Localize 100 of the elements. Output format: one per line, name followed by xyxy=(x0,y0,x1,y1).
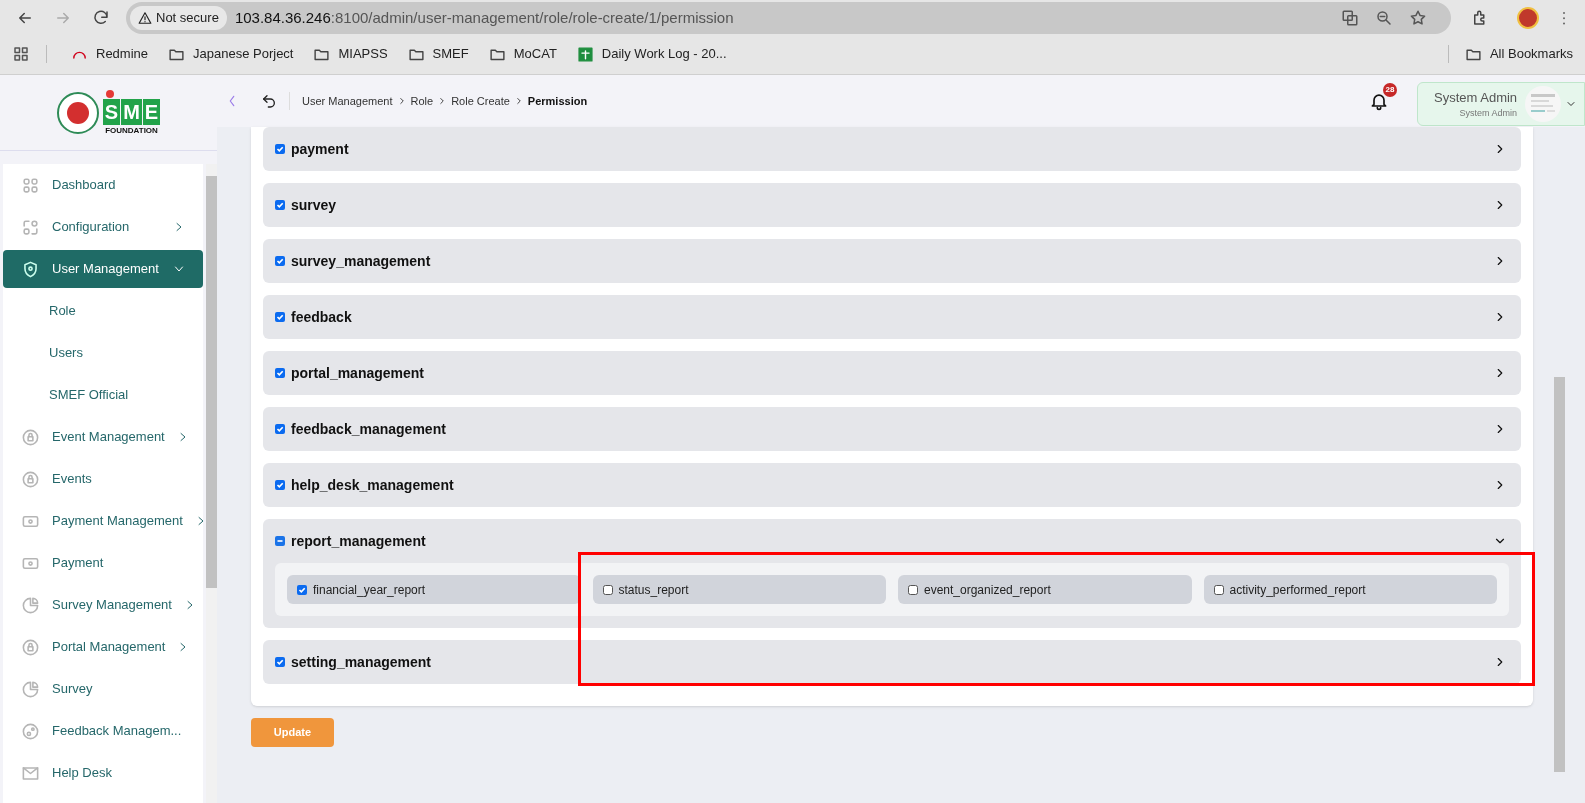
logo-letter: M xyxy=(121,99,142,125)
scrollbar-thumb[interactable] xyxy=(206,176,217,588)
accordion-header[interactable]: feedback_management xyxy=(263,407,1521,451)
grid-icon xyxy=(21,175,40,195)
security-chip[interactable]: Not secure xyxy=(130,6,227,30)
sidebar-label: Survey Management xyxy=(52,596,172,615)
checkbox[interactable] xyxy=(1213,584,1224,595)
checkbox[interactable] xyxy=(275,200,285,210)
translate-icon[interactable] xyxy=(1341,9,1359,27)
sidebar-label: Configuration xyxy=(52,218,131,237)
user-role: System Admin xyxy=(1459,107,1518,120)
sidebar-item[interactable]: Survey xyxy=(3,668,203,710)
sidebar-item[interactable]: Payment xyxy=(3,542,203,584)
pie-icon xyxy=(21,679,40,699)
breadcrumb-link[interactable]: User Management xyxy=(302,92,393,110)
sidebar-item[interactable]: Survey Management xyxy=(3,584,203,626)
accordion-header[interactable]: survey xyxy=(263,183,1521,227)
checkbox[interactable] xyxy=(275,657,285,667)
accordion-header[interactable]: report_management xyxy=(263,519,1521,563)
permission-group-label: survey xyxy=(291,195,338,215)
accordion-header[interactable]: feedback xyxy=(263,295,1521,339)
permission-group-label: setting_management xyxy=(291,652,433,672)
sidebar-subitem[interactable]: SMEF Official xyxy=(3,374,203,416)
logo-subtitle: FOUNDATION xyxy=(105,127,158,135)
sidebar-label: Portal Management xyxy=(52,638,166,657)
permission-option[interactable]: status_report xyxy=(592,575,886,604)
scrollbar-thumb[interactable] xyxy=(1554,377,1565,772)
sidebar-item[interactable]: Payment Management xyxy=(3,500,203,542)
shield-icon xyxy=(21,259,40,279)
checkbox[interactable] xyxy=(275,424,285,434)
address-bar[interactable]: Not secure 103.84.36.246:8100/admin/user-management/role/role-create/1/permission xyxy=(126,2,1451,34)
sidebar-subitem[interactable]: Users xyxy=(3,332,203,374)
accordion-header[interactable]: survey_management xyxy=(263,239,1521,283)
star-icon[interactable] xyxy=(1409,9,1427,27)
sidebar-item[interactable]: Configuration xyxy=(3,206,203,248)
url-text: 103.84.36.246:8100/admin/user-management/role/role-create/1/permission xyxy=(234,7,734,28)
breadcrumb-link[interactable]: Role Create xyxy=(451,92,510,110)
sidebar-label: Feedback Managem... xyxy=(52,722,183,741)
logo-letter: S xyxy=(102,99,121,125)
emblem-logo xyxy=(56,91,99,134)
bell-icon[interactable] xyxy=(1369,91,1389,111)
permission-group-label: help_desk_management xyxy=(291,475,455,495)
sidebar-item[interactable]: Event Management xyxy=(3,416,203,458)
sidebar-item[interactable]: Events xyxy=(3,458,203,500)
bookmark[interactable]: MoCAT xyxy=(480,40,565,68)
permission-group-label: feedback_management xyxy=(291,419,447,439)
sidebar-item[interactable]: Help Desk xyxy=(3,752,203,794)
permission-group-label: report_management xyxy=(291,531,427,551)
zoom-out-icon[interactable] xyxy=(1375,9,1393,27)
sidebar-label: Help Desk xyxy=(52,764,113,783)
bookmark[interactable]: SMEF xyxy=(399,40,477,68)
sidebar-item[interactable]: Portal Management xyxy=(3,626,203,668)
all-bookmarks[interactable]: All Bookmarks xyxy=(1464,44,1573,64)
accordion-header[interactable]: portal_management xyxy=(263,351,1521,395)
sidebar-label: Payment xyxy=(52,554,105,573)
scrollbar[interactable] xyxy=(206,164,217,803)
reload-icon[interactable] xyxy=(92,9,110,27)
permission-group-label: payment xyxy=(291,139,350,159)
permission-group-label: survey_management xyxy=(291,251,432,271)
sidebar-subitem[interactable]: Role xyxy=(3,290,203,332)
permission-option[interactable]: activity_performed_report xyxy=(1203,575,1497,604)
checkbox[interactable] xyxy=(297,584,307,595)
permission-label: financial_year_report xyxy=(313,581,426,599)
bookmark[interactable]: MIAPSS xyxy=(305,40,396,68)
feedback-icon xyxy=(21,721,40,741)
permission-option[interactable]: financial_year_report xyxy=(287,575,581,604)
bookmark[interactable]: Redmine xyxy=(63,40,157,68)
sidebar-item[interactable]: User Management xyxy=(3,250,203,288)
warning-icon xyxy=(138,11,152,25)
profile-avatar[interactable] xyxy=(1517,7,1539,29)
checkbox[interactable] xyxy=(275,368,285,378)
bookmark[interactable]: Japanese Porject xyxy=(160,40,302,68)
breadcrumb-link[interactable]: Role xyxy=(410,92,434,110)
checkbox[interactable] xyxy=(275,312,285,322)
security-label: Not secure xyxy=(156,9,219,28)
shapes-icon xyxy=(21,217,40,237)
accordion-header[interactable]: setting_management xyxy=(263,640,1521,684)
undo-icon[interactable] xyxy=(261,93,277,109)
checkbox[interactable] xyxy=(602,584,613,595)
accordion-header[interactable]: help_desk_management xyxy=(263,463,1521,507)
permission-option[interactable]: event_organized_report xyxy=(898,575,1192,604)
sidebar-label: Events xyxy=(52,470,93,489)
sidebar-item[interactable]: Feedback Managem... xyxy=(3,710,203,752)
checkbox[interactable] xyxy=(275,144,285,154)
permission-label: status_report xyxy=(618,581,689,599)
apps-grid-icon[interactable] xyxy=(12,45,30,63)
permission-group-label: portal_management xyxy=(291,363,426,383)
accordion-header[interactable]: payment xyxy=(263,127,1521,171)
user-menu[interactable]: System Admin System Admin xyxy=(1417,82,1585,126)
checkbox[interactable] xyxy=(275,536,285,546)
bookmark[interactable]: Daily Work Log - 20... xyxy=(568,40,735,68)
checkbox[interactable] xyxy=(275,256,285,266)
logo-letter: E xyxy=(142,99,161,125)
sidebar-label: Dashboard xyxy=(52,176,117,195)
permission-label: activity_performed_report xyxy=(1229,581,1366,599)
sidebar-item[interactable]: Dashboard xyxy=(3,164,203,206)
sidebar-label: Survey xyxy=(52,680,94,699)
sidebar-label: Event Management xyxy=(52,428,165,447)
checkbox[interactable] xyxy=(275,480,285,490)
checkbox[interactable] xyxy=(908,584,918,595)
